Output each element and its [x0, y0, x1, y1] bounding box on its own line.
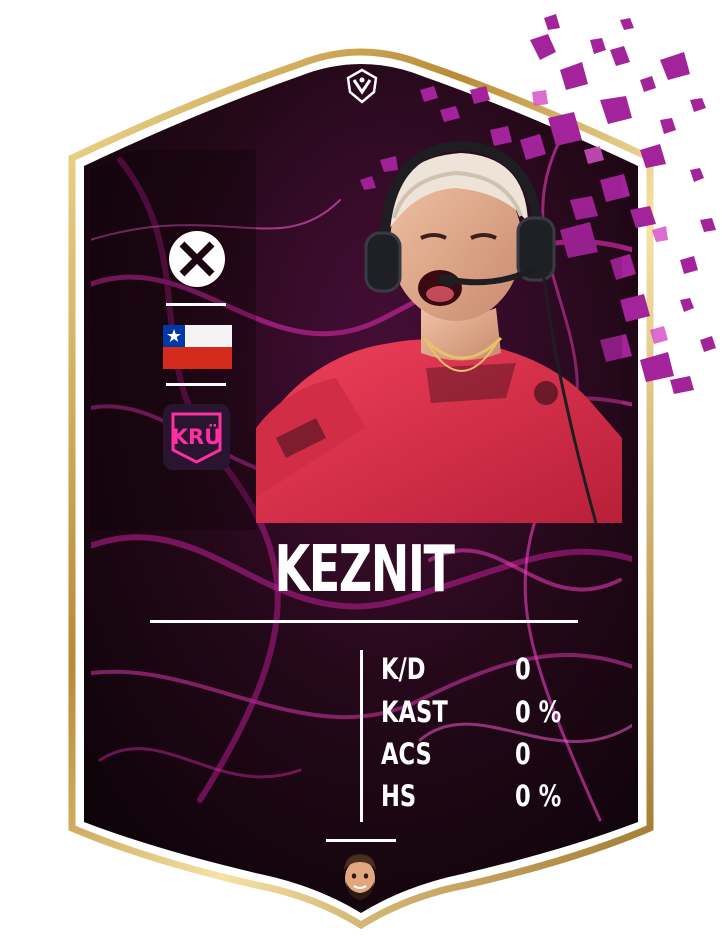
chile-flag-icon — [163, 325, 232, 369]
x-icon — [169, 231, 225, 287]
player-card-stage: KRÜ KEZNIT K/D 0 KAST 0 % ACS 0 HS 0 % — [0, 0, 722, 940]
side-divider-bottom — [166, 383, 226, 386]
name-divider — [150, 620, 578, 623]
valorant-league-badge-icon — [346, 68, 378, 104]
stat-label-hs: HS — [381, 779, 417, 813]
player-name: KEZNIT — [274, 533, 455, 607]
stat-value-kast: 0 % — [515, 695, 562, 729]
stats-divider — [360, 650, 363, 822]
side-divider-top — [166, 303, 226, 306]
bottom-divider — [326, 839, 396, 842]
stat-label-acs: ACS — [381, 737, 432, 771]
stat-value-kd: 0 — [515, 652, 531, 686]
stat-label-kd: K/D — [381, 652, 426, 686]
kru-team-logo-icon: KRÜ — [163, 404, 230, 470]
stat-label-kast: KAST — [381, 695, 448, 729]
stat-value-acs: 0 — [515, 737, 531, 771]
player-photo — [256, 138, 622, 523]
card-content: KRÜ KEZNIT K/D 0 KAST 0 % ACS 0 HS 0 % — [0, 0, 722, 940]
stat-value-hs: 0 % — [515, 779, 562, 813]
creator-avatar-icon — [344, 854, 376, 900]
team-logo-text: KRÜ — [172, 424, 222, 449]
